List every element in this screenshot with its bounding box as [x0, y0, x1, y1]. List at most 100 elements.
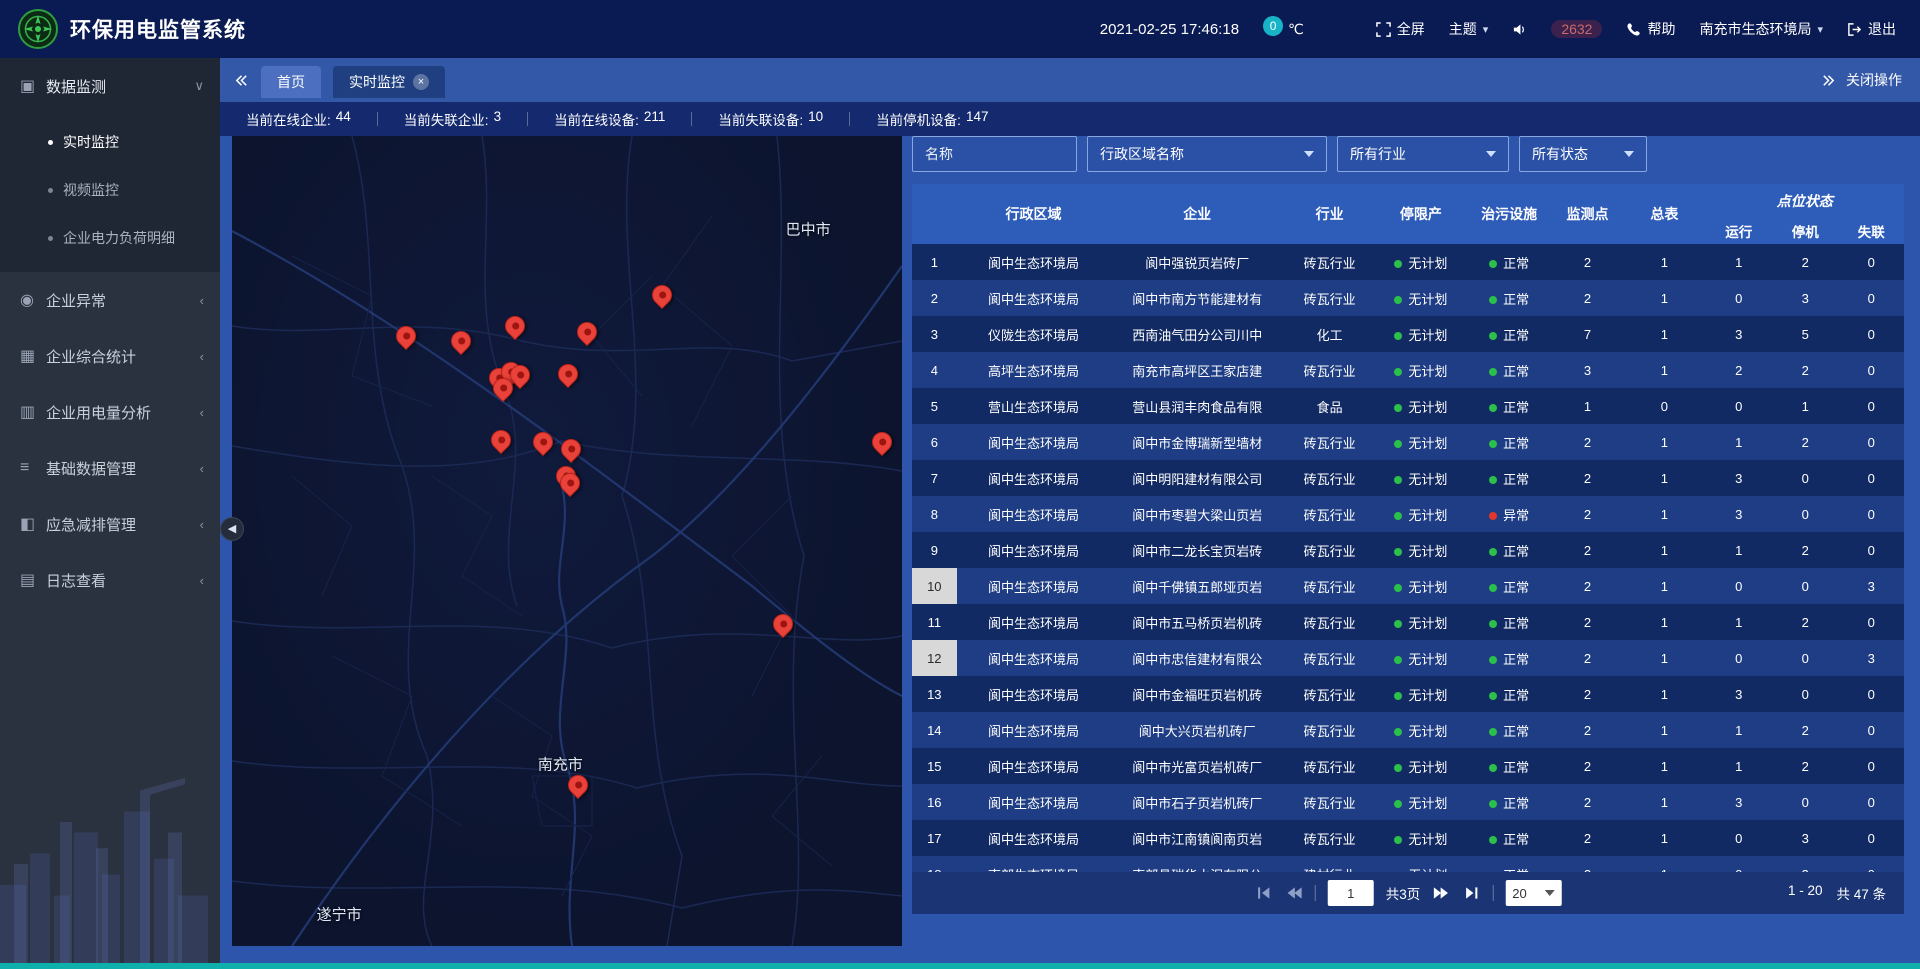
cell-region: 阆中生态环境局	[957, 748, 1111, 784]
table-row[interactable]: 1阆中生态环境局阆中强锐页岩砖厂砖瓦行业无计划正常21120	[912, 244, 1904, 280]
status-dot-green-icon	[1489, 584, 1497, 592]
stat-separator	[527, 112, 528, 126]
cell-limit-status: 无计划	[1375, 676, 1466, 712]
map-pin[interactable]	[504, 316, 526, 340]
theme-dropdown[interactable]: 主题 ▾	[1449, 19, 1489, 39]
map-pin[interactable]	[651, 285, 673, 309]
cell-points: 2	[1552, 604, 1623, 640]
alarm-count-badge[interactable]: 2632	[1551, 20, 1602, 38]
sidebar-item-label: 实时监控	[63, 132, 119, 152]
table-row[interactable]: 14阆中生态环境局阆中大兴页岩机砖厂砖瓦行业无计划正常21120	[912, 712, 1904, 748]
table-row[interactable]: 17阆中生态环境局阆中市江南镇阆南页岩砖瓦行业无计划正常21030	[912, 820, 1904, 856]
table-row[interactable]: 18南部生态环境局南部县瑞华水泥有限公建材行业无计划正常21030	[912, 856, 1904, 872]
map-pin[interactable]	[492, 378, 514, 402]
map-pin[interactable]	[395, 326, 417, 350]
cell-run: 1	[1706, 244, 1772, 280]
table-row[interactable]: 4高坪生态环境局南充市高坪区王家店建砖瓦行业无计划正常31220	[912, 352, 1904, 388]
map[interactable]: 巴中市南充市遂宁市 ◀	[232, 136, 902, 946]
sidebar-section-company-statistics[interactable]: ▦企业综合统计‹	[0, 328, 220, 384]
page-size-select[interactable]: 20	[1505, 880, 1561, 906]
cell-run: 0	[1706, 640, 1772, 676]
map-pin[interactable]	[871, 432, 893, 456]
row-number-cell: 5	[912, 388, 957, 424]
cell-points: 2	[1552, 568, 1623, 604]
org-dropdown[interactable]: 南充市生态环境局 ▾	[1699, 19, 1823, 39]
status-dot-green-icon	[1489, 332, 1497, 340]
cell-limit-status: 无计划	[1375, 424, 1466, 460]
table-row[interactable]: 13阆中生态环境局阆中市金福旺页岩机砖砖瓦行业无计划正常21300	[912, 676, 1904, 712]
table-row[interactable]: 9阆中生态环境局阆中市二龙长宝页岩砖砖瓦行业无计划正常21120	[912, 532, 1904, 568]
cell-stop: 2	[1772, 352, 1838, 388]
region-filter-select[interactable]: 行政区域名称	[1087, 136, 1327, 172]
sidebar-section-label: 企业综合统计	[46, 346, 200, 367]
status-filter-select[interactable]: 所有状态	[1519, 136, 1647, 172]
table-row[interactable]: 11阆中生态环境局阆中市五马桥页岩机砖砖瓦行业无计划正常21120	[912, 604, 1904, 640]
table-row[interactable]: 6阆中生态环境局阆中市金博瑞新型墙材砖瓦行业无计划正常21120	[912, 424, 1904, 460]
map-pin[interactable]	[557, 364, 579, 388]
table-row[interactable]: 8阆中生态环境局阆中市枣碧大梁山页岩砖瓦行业无计划异常21300	[912, 496, 1904, 532]
tab-home[interactable]: 首页	[261, 66, 321, 98]
last-page-button[interactable]	[1462, 884, 1480, 902]
fullscreen-button[interactable]: 全屏	[1376, 19, 1425, 39]
help-button[interactable]: 帮助	[1626, 19, 1675, 39]
table-row[interactable]: 3仪陇生态环境局西南油气田分公司川中化工无计划正常71350	[912, 316, 1904, 352]
sidebar-section-base-data[interactable]: ≡基础数据管理‹	[0, 440, 220, 496]
page-number-input[interactable]	[1328, 880, 1374, 906]
first-page-button[interactable]	[1255, 884, 1273, 902]
next-page-button[interactable]	[1432, 884, 1450, 902]
sidebar-section-company-abnormal[interactable]: ◉企业异常‹	[0, 272, 220, 328]
sidebar-section-power-analysis[interactable]: ▥企业用电量分析‹	[0, 384, 220, 440]
cell-lost: 0	[1838, 532, 1904, 568]
map-pin[interactable]	[450, 331, 472, 355]
map-pin[interactable]	[567, 775, 589, 799]
tab-realtime-monitor[interactable]: 实时监控 ×	[333, 66, 445, 98]
header-company: 企业	[1110, 184, 1284, 244]
cell-limit-status: 无计划	[1375, 244, 1466, 280]
row-number-cell: 14	[912, 712, 957, 748]
table-row[interactable]: 5营山生态环境局营山县润丰肉食品有限食品无计划正常10010	[912, 388, 1904, 424]
status-dot-green-icon	[1489, 368, 1497, 376]
name-filter-input[interactable]	[925, 146, 1064, 162]
tabs-scroll-left-button[interactable]	[234, 73, 249, 88]
cell-meters: 1	[1623, 784, 1705, 820]
sidebar-item-realtime-monitor[interactable]: 实时监控	[0, 118, 220, 166]
sidebar-section-data-monitor[interactable]: ▣数据监测∨	[0, 58, 220, 114]
status-dot-green-icon	[1489, 296, 1497, 304]
status-dot-green-icon	[1489, 656, 1497, 664]
logout-button[interactable]: 退出	[1847, 19, 1896, 39]
table-row[interactable]: 10阆中生态环境局阆中千佛镇五郎垭页岩砖瓦行业无计划正常21003	[912, 568, 1904, 604]
row-number-cell: 4	[912, 352, 957, 388]
cell-company: 阆中市二龙长宝页岩砖	[1110, 532, 1284, 568]
tab-close-icon[interactable]: ×	[413, 74, 429, 90]
table-row[interactable]: 12阆中生态环境局阆中市忠信建材有限公砖瓦行业无计划正常21003	[912, 640, 1904, 676]
map-pin-layer: 巴中市南充市遂宁市	[232, 136, 902, 946]
monitor-icon: ▣	[20, 76, 46, 96]
sidebar-section-log-view[interactable]: ▤日志查看‹	[0, 552, 220, 608]
cell-points: 2	[1552, 712, 1623, 748]
map-pin[interactable]	[490, 430, 512, 454]
close-operations-button[interactable]: 关闭操作	[1821, 70, 1902, 90]
map-pin[interactable]	[560, 439, 582, 463]
table-row[interactable]: 16阆中生态环境局阆中市石子页岩机砖厂砖瓦行业无计划正常21300	[912, 784, 1904, 820]
map-pin[interactable]	[576, 322, 598, 346]
table-row[interactable]: 2阆中生态环境局阆中市南方节能建材有砖瓦行业无计划正常21030	[912, 280, 1904, 316]
map-pin[interactable]	[532, 432, 554, 456]
last-page-icon	[1462, 884, 1480, 902]
map-pin[interactable]	[559, 473, 581, 497]
industry-filter-select[interactable]: 所有行业	[1337, 136, 1509, 172]
prev-page-button[interactable]	[1285, 884, 1303, 902]
row-number-cell: 1	[912, 244, 957, 280]
sidebar-item-video-monitor[interactable]: 视频监控	[0, 166, 220, 214]
alarm-sound-button[interactable]	[1512, 22, 1527, 37]
sidebar-section-emergency-reduction[interactable]: ◧应急减排管理‹	[0, 496, 220, 552]
cell-points: 2	[1552, 640, 1623, 676]
fullscreen-icon	[1376, 22, 1391, 37]
map-pin[interactable]	[772, 614, 794, 638]
sidebar-item-power-load-detail[interactable]: 企业电力负荷明细	[0, 214, 220, 262]
cell-limit-status: 无计划	[1375, 352, 1466, 388]
table-row[interactable]: 7阆中生态环境局阆中明阳建材有限公司砖瓦行业无计划正常21300	[912, 460, 1904, 496]
map-collapse-button[interactable]: ◀	[220, 517, 244, 541]
cell-region: 阆中生态环境局	[957, 424, 1111, 460]
total-count-label: 共 47 条	[1836, 883, 1886, 903]
table-row[interactable]: 15阆中生态环境局阆中市光富页岩机砖厂砖瓦行业无计划正常21120	[912, 748, 1904, 784]
